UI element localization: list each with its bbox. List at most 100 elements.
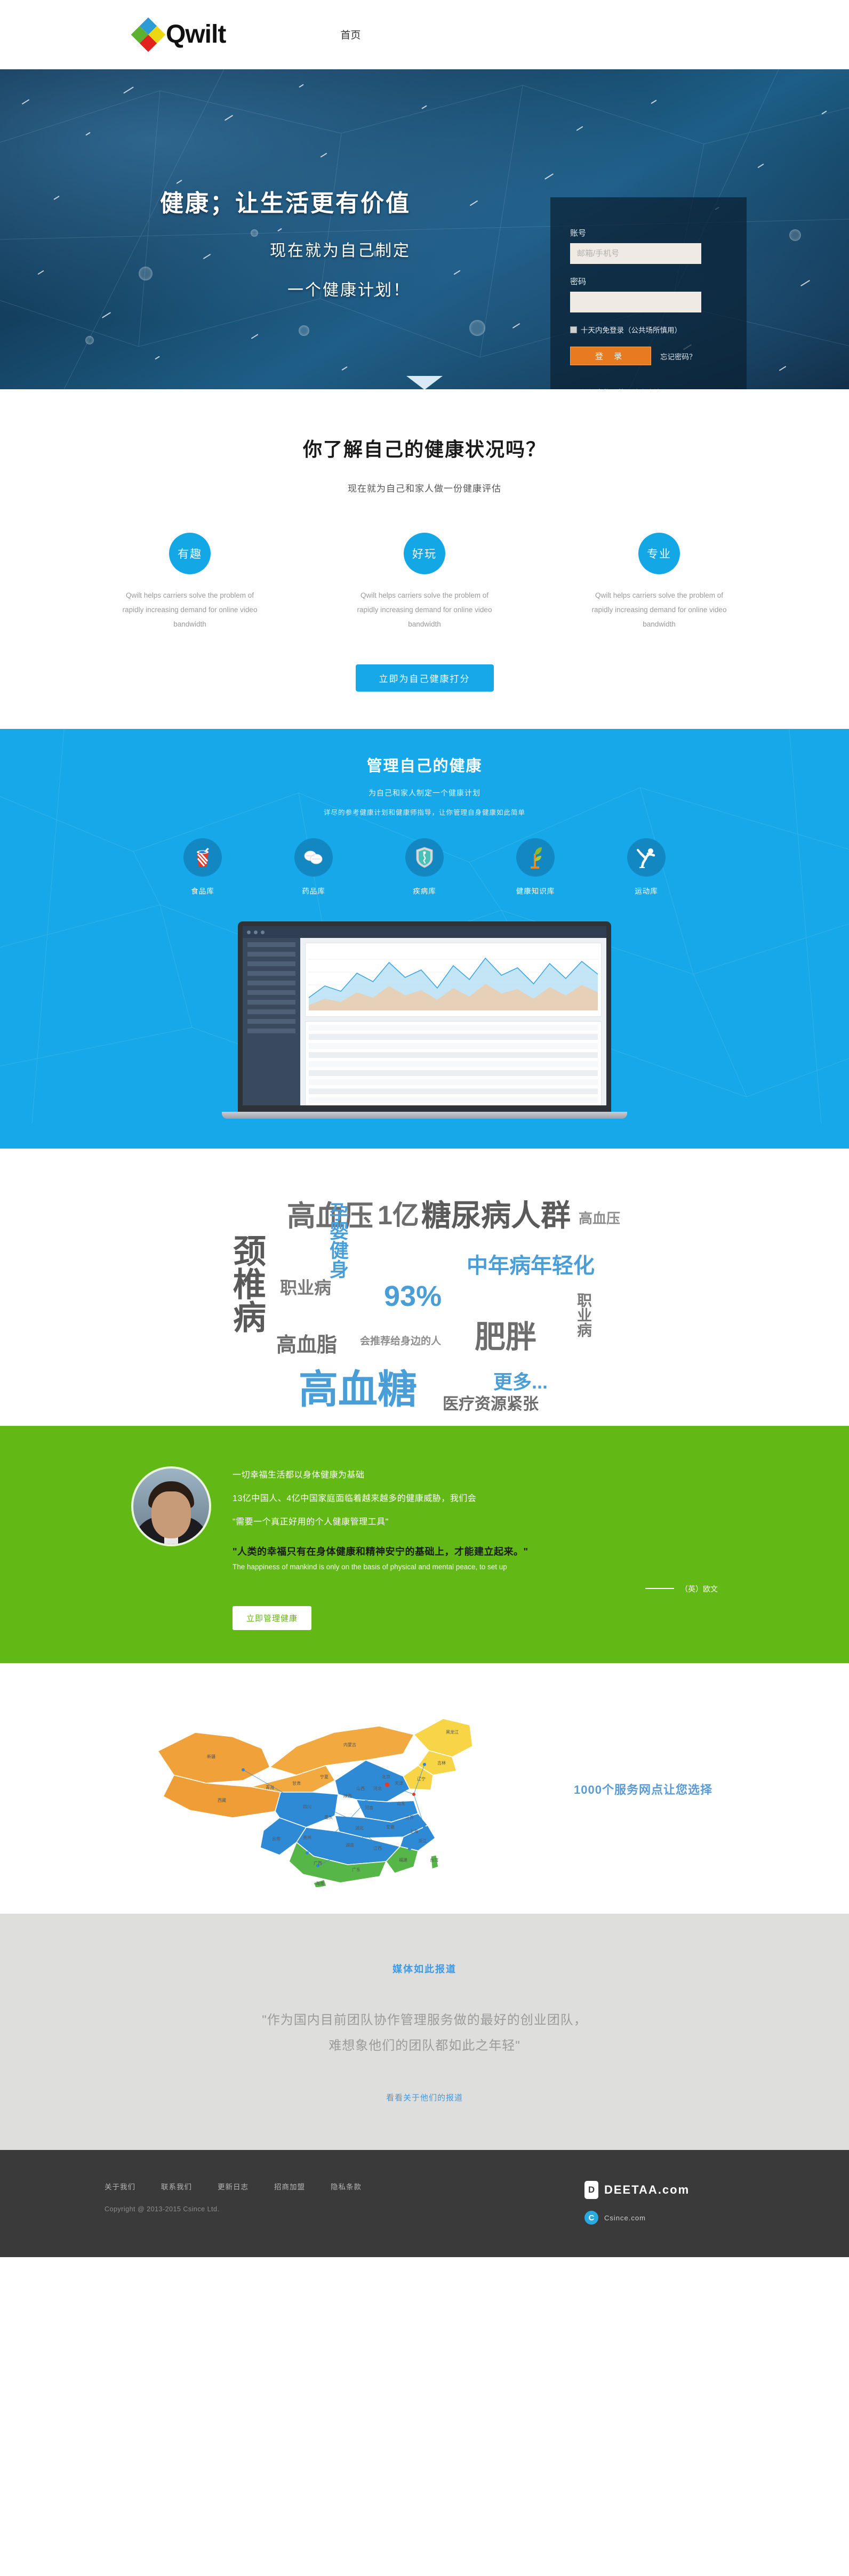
footer-brands: D DEETAA.com C Csince.com	[584, 2181, 744, 2236]
footer-link-contact[interactable]: 联系我们	[161, 2181, 192, 2192]
map-city-label: 贵州	[303, 1835, 311, 1840]
word-cloud-item: 高血脂	[276, 1334, 338, 1357]
manage-icon-label: 药品库	[302, 887, 325, 895]
manage-icon-item[interactable]: 运动库	[614, 838, 678, 896]
remember-me-label: 十天内免登录（公共场所慎用）	[581, 326, 682, 334]
manage-icon-row: 食品库 药品库 疾病库 健康知识库 运动库	[0, 838, 849, 896]
qwilt-diamond-logo-icon	[131, 17, 166, 52]
map-city-label: 北京	[382, 1774, 390, 1779]
manage-icon-label: 食品库	[191, 887, 214, 895]
manage-icon-label: 疾病库	[413, 887, 436, 895]
map-city-label: 青海	[266, 1785, 274, 1790]
map-city-label: 福建	[399, 1857, 407, 1863]
footer-link-about[interactable]: 关于我们	[105, 2181, 135, 2192]
login-panel: 账号 密码 十天内免登录（公共场所慎用） 登 录 忘记密码？ 还没有帐号的，请点…	[550, 197, 747, 389]
dashboard-main	[300, 938, 606, 1105]
avatar	[131, 1466, 211, 1546]
media-quote-line-2: 难想象他们的团队都如此之年轻"	[329, 2039, 520, 2053]
manage-icon-item[interactable]: 健康知识库	[503, 838, 567, 896]
laptop-base	[222, 1112, 627, 1119]
hero-subline-1: 现在就为自己制定	[270, 242, 411, 260]
logo[interactable]: Qwilt	[131, 17, 226, 52]
map-city-label: 河北	[373, 1786, 382, 1791]
password-input[interactable]	[570, 292, 701, 312]
map-city-label: 内蒙古	[343, 1742, 356, 1747]
sprout-plant-icon	[516, 838, 555, 877]
hero-headline: 健康；让生活更有价值	[160, 190, 411, 216]
map-city-label: 辽宁	[417, 1776, 426, 1781]
quote-big: "人类的幸福只有在身体健康和精神安宁的基础上，才能建立起来。"	[233, 1546, 528, 1557]
manage-description: 详尽的参考健康计划和健康师指导，让你管理自身健康如此简单	[323, 809, 525, 816]
csince-logo-icon: C	[584, 2211, 598, 2225]
score-health-button[interactable]: 立即为自己健康打分	[355, 664, 494, 692]
word-cloud-item: 中年病年轻化	[467, 1254, 595, 1278]
manage-icon-label: 运动库	[635, 887, 658, 895]
manage-icon-item[interactable]: 药品库	[282, 838, 346, 896]
assessment-card: 有趣 Qwilt helps carriers solve the proble…	[121, 533, 259, 631]
manage-health-button[interactable]: 立即管理健康	[233, 1606, 312, 1630]
quote-attribution: （英）欧文	[680, 1585, 718, 1593]
password-label: 密码	[570, 277, 587, 286]
forgot-password-link[interactable]: 忘记密码？	[660, 351, 696, 362]
dashboard-chart-card	[305, 943, 602, 1017]
map-city-label: 山西	[356, 1786, 365, 1791]
remember-me-row[interactable]: 十天内免登录（公共场所慎用）	[570, 324, 727, 335]
word-cloud-item: 高血压	[579, 1210, 621, 1226]
china-map[interactable]: 黑龙江吉林辽宁 内蒙古北京天津河北 山西 新疆甘肃 宁夏青海陕西西藏四川重庆 山东河南江苏…	[137, 1695, 510, 1887]
copyright-text: Copyright @ 2013-2015 Csince Ltd.	[105, 2205, 220, 2213]
manage-subtitle: 为自己和家人制定一个健康计划	[369, 789, 480, 797]
hero-copy: 健康；让生活更有价值 现在就为自己制定 一个健康计划！	[0, 184, 459, 316]
landing-page: Qwilt 首页 健康；让生活更有价值 现在就为自己制定 一个健康计划！ 账号 …	[0, 0, 849, 2257]
map-city-label: 广西	[314, 1860, 322, 1866]
word-cloud-item: 医疗资源紧张	[443, 1395, 539, 1413]
assessment-title: 你了解自己的健康状况吗？	[302, 438, 546, 460]
manage-icon-item[interactable]: 疾病库	[393, 838, 456, 896]
deetaa-brand-name: DEETAA.com	[604, 2183, 690, 2196]
laptop-screen	[238, 921, 611, 1112]
hero-bottom-notch-icon	[406, 376, 443, 389]
manage-icon-label: 健康知识库	[516, 887, 555, 895]
attribution-dash-icon	[645, 1588, 674, 1589]
footer-link-privacy[interactable]: 隐私条款	[331, 2181, 362, 2192]
dashboard-sidebar	[243, 938, 300, 1105]
media-quote: "作为国内目前团队协作管理服务做的最好的创业团队， 难想象他们的团队都如此之年轻…	[0, 2008, 849, 2059]
account-input[interactable]	[570, 243, 701, 264]
word-cloud: 高血压 颈椎病 孕婴健身 1亿 糖尿病人群 高血压 职业病 中年病年轻化 93% 职业病 高血脂 会推…	[0, 1149, 849, 1426]
word-cloud-section: 高血压 颈椎病 孕婴健身 1亿 糖尿病人群 高血压 职业病 中年病年轻化 93% 职业病 高血脂 会推…	[0, 1149, 849, 1426]
site-header: Qwilt 首页	[0, 0, 849, 69]
manage-icon-item[interactable]: 食品库	[171, 838, 235, 896]
drink-cup-icon	[183, 838, 222, 877]
media-title: 媒体如此报道	[393, 1964, 456, 1975]
media-report-link[interactable]: 看看关于他们的报道	[386, 2092, 463, 2103]
word-cloud-item: 颈椎病	[228, 1234, 265, 1333]
assessment-desc: Qwilt helps carriers solve the problem o…	[591, 591, 727, 628]
word-cloud-item: 93%	[384, 1280, 442, 1312]
map-section: 黑龙江 吉林 辽宁 内蒙古 北京 天津 河北 山西 新疆 甘肃 宁夏 青海 陕西 西藏 四川 重庆 山东 河南 江苏…	[0, 1663, 849, 1914]
footer-link-franchise[interactable]: 招商加盟	[274, 2181, 305, 2192]
assessment-badge: 专业	[638, 533, 680, 574]
map-city-label: 新疆	[207, 1754, 215, 1759]
quote-line-3: "需要一个真正好用的个人健康管理工具"	[233, 1518, 389, 1527]
hero-subline-2: 一个健康计划！	[287, 282, 411, 299]
brand-deetaa[interactable]: D DEETAA.com	[584, 2181, 744, 2199]
word-cloud-item: 高血糖	[299, 1367, 417, 1411]
assessment-section: 你了解自己的健康状况吗？ 现在就为自己和家人做一份健康评估 有趣 Qwilt h…	[0, 389, 849, 729]
login-button[interactable]: 登 录	[570, 347, 651, 365]
pills-icon	[294, 838, 333, 877]
word-cloud-item: 糖尿病人群	[421, 1199, 571, 1232]
map-city-label: 江苏	[405, 1815, 414, 1820]
manage-health-section: 管理自己的健康 为自己和家人制定一个健康计划 详尽的参考健康计划和健康师指导，让…	[0, 729, 849, 1149]
map-city-label: 陕西	[343, 1793, 352, 1799]
quote-line-2: 13亿中国人、4亿中国家庭面临着越来越多的健康威胁，我们会	[233, 1494, 477, 1503]
word-cloud-item: 更多...	[493, 1371, 548, 1393]
medical-shield-icon	[405, 838, 444, 877]
media-quote-line-1: "作为国内目前团队协作管理服务做的最好的创业团队，	[262, 2013, 587, 2027]
nav-item-home[interactable]: 首页	[340, 27, 361, 42]
brand-csince[interactable]: C Csince.com	[584, 2211, 744, 2225]
map-city-label: 山东	[397, 1801, 405, 1806]
assessment-badge: 有趣	[169, 533, 211, 574]
remember-me-checkbox[interactable]	[570, 326, 577, 333]
login-actions: 登 录 忘记密码？	[570, 347, 727, 365]
footer-link-changelog[interactable]: 更新日志	[218, 2181, 249, 2192]
word-cloud-item: 肥胖	[475, 1320, 537, 1354]
